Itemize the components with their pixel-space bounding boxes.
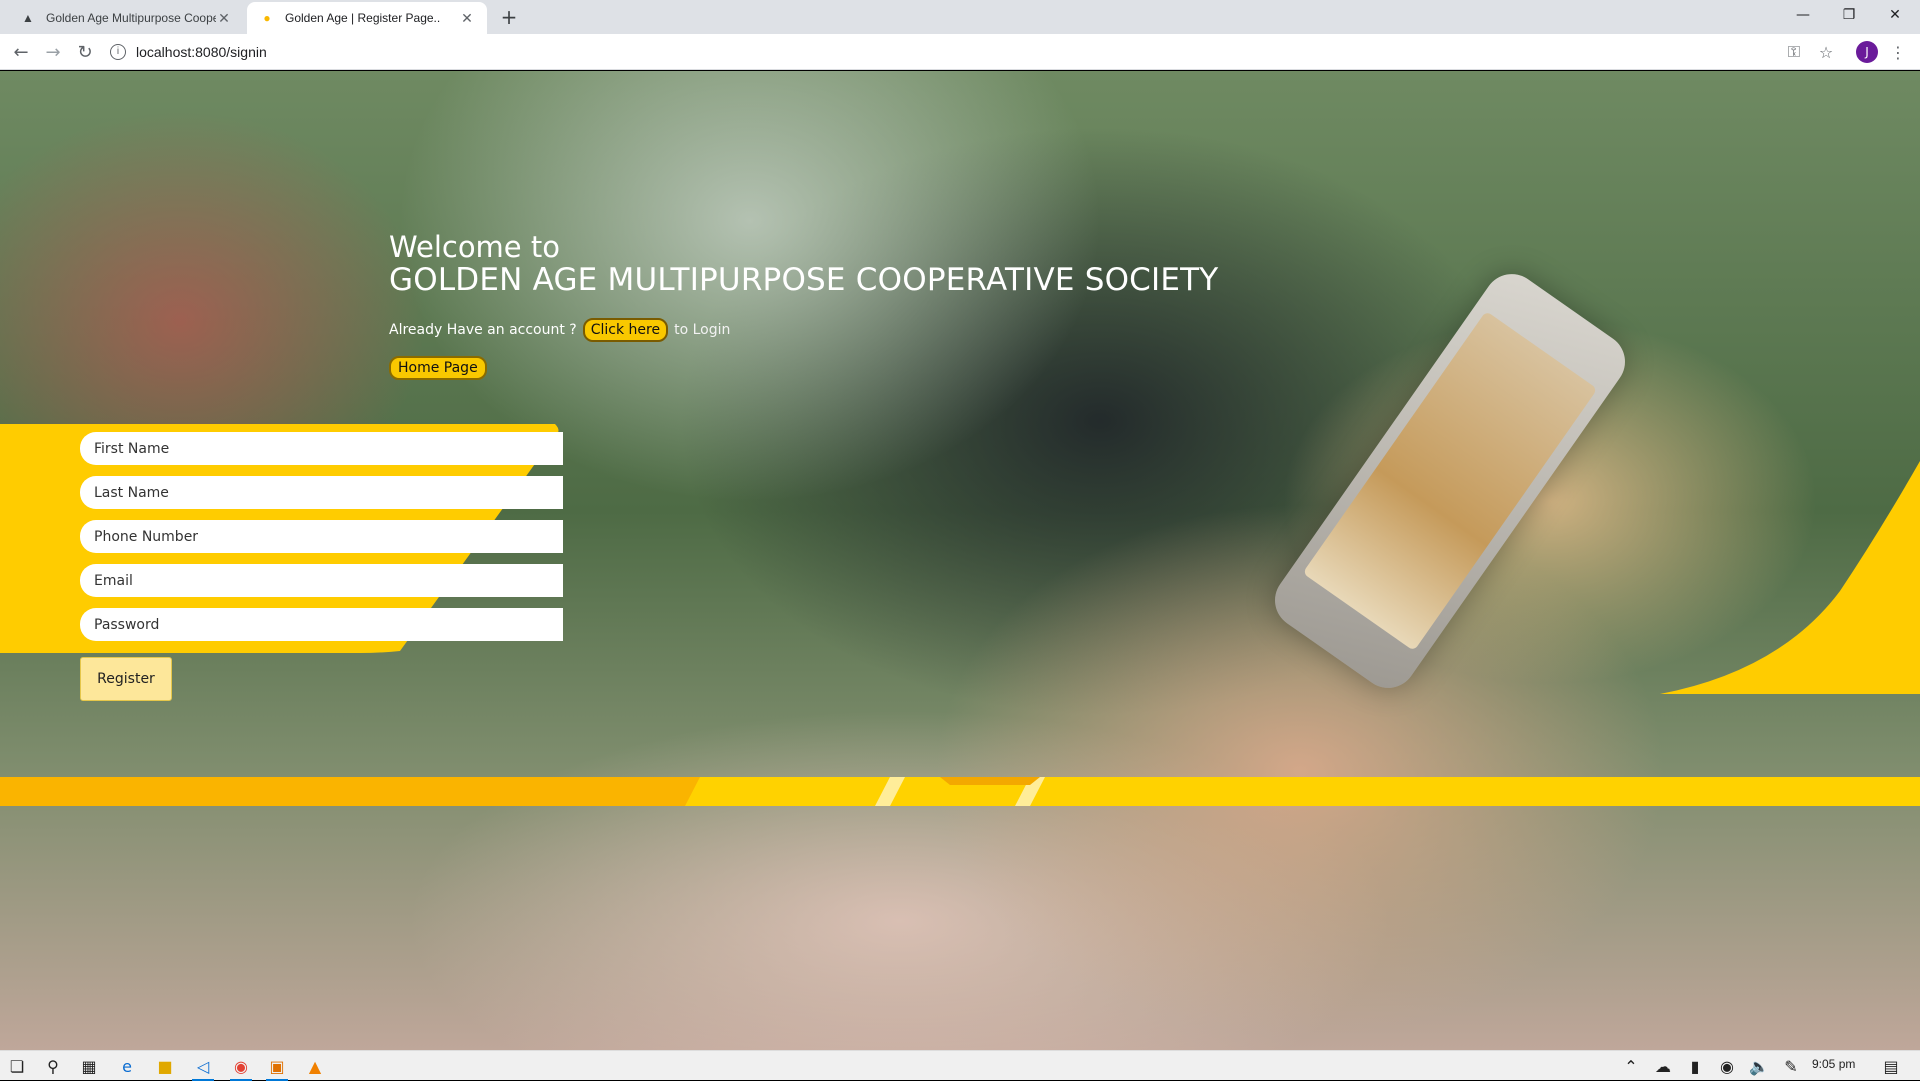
minimize-icon[interactable]: —	[1780, 0, 1826, 30]
back-icon[interactable]: ←	[8, 39, 34, 65]
volume-icon[interactable]: 🔈	[1744, 1054, 1774, 1078]
to-login-text: to Login	[674, 322, 731, 338]
forward-icon[interactable]: →	[40, 39, 66, 65]
site-info-icon[interactable]: i	[110, 44, 126, 60]
chrome-icon[interactable]: ◉	[226, 1054, 256, 1081]
battery-icon[interactable]: ▮	[1680, 1054, 1710, 1078]
last-name-field[interactable]: Last Name	[80, 476, 563, 509]
show-hidden-icons-icon[interactable]: ⌃	[1616, 1054, 1646, 1078]
taskbar-clock[interactable]: 9:05 pm	[1812, 1057, 1855, 1071]
register-page: Welcome to GOLDEN AGE MULTIPURPOSE COOPE…	[0, 71, 1920, 1050]
notifications-icon[interactable]: ▤	[1876, 1054, 1906, 1078]
email-field[interactable]: Email	[80, 564, 563, 597]
profile-avatar[interactable]: J	[1856, 41, 1878, 63]
browser-toolbar: ← → ↻ i localhost:8080/signin ⚿ ☆ ⋮	[0, 34, 1920, 70]
first-name-field[interactable]: First Name	[80, 432, 563, 465]
golden-age-icon: ▲	[22, 11, 34, 25]
browser-tab-register[interactable]: ● Golden Age | Register Page.. ✕	[247, 2, 487, 34]
edge-icon[interactable]: e	[112, 1054, 142, 1078]
task-view-icon[interactable]: ▦	[74, 1054, 104, 1078]
welcome-heading: Welcome to GOLDEN AGE MULTIPURPOSE COOPE…	[389, 231, 1218, 297]
login-prompt: Already Have an account ? Click here to …	[389, 318, 730, 342]
url-text: localhost:8080/signin	[136, 44, 267, 60]
address-bar[interactable]: i localhost:8080/signin	[110, 38, 1810, 66]
browser-tab-home[interactable]: ▲ Golden Age Multipurpose Coope ✕	[8, 2, 244, 34]
decorative-yellow-shapes	[0, 424, 1920, 806]
password-field[interactable]: Password	[80, 608, 563, 641]
network-icon[interactable]: ◉	[1712, 1054, 1742, 1078]
browser-tab-bar: ▲ Golden Age Multipurpose Coope ✕ ● Gold…	[0, 0, 1920, 34]
windows-taskbar: ❏ ⚲ ▦ e ■ ◁ ◉ ▣ ▲ ⌃ ☁ ▮ ◉ 🔈 ✎ 9:05 pm ▤	[0, 1050, 1920, 1081]
new-tab-button[interactable]: +	[498, 6, 520, 28]
close-tab-icon[interactable]: ✕	[459, 10, 475, 27]
already-account-text: Already Have an account ?	[389, 322, 577, 338]
file-explorer-icon[interactable]: ■	[150, 1054, 180, 1078]
reload-icon[interactable]: ↻	[72, 39, 98, 65]
golden-age-icon: ●	[263, 11, 271, 25]
society-name: GOLDEN AGE MULTIPURPOSE COOPERATIVE SOCI…	[389, 262, 1219, 298]
key-icon[interactable]: ⚿	[1782, 40, 1806, 64]
xampp-icon[interactable]: ▣	[262, 1054, 292, 1081]
vscode-icon[interactable]: ◁	[188, 1054, 218, 1081]
close-window-icon[interactable]: ✕	[1872, 0, 1918, 30]
click-here-button[interactable]: Click here	[582, 318, 669, 342]
phone-number-field[interactable]: Phone Number	[80, 520, 563, 553]
vlc-icon[interactable]: ▲	[300, 1054, 330, 1078]
pen-icon[interactable]: ✎	[1776, 1054, 1806, 1078]
tab-title: Golden Age Multipurpose Coope	[46, 11, 216, 25]
home-page-button[interactable]: Home Page	[389, 356, 487, 380]
register-button[interactable]: Register	[80, 657, 172, 701]
star-icon[interactable]: ☆	[1814, 40, 1838, 64]
menu-icon[interactable]: ⋮	[1886, 40, 1910, 64]
welcome-line-1: Welcome to	[389, 230, 560, 264]
windows-start-icon[interactable]: ❏	[2, 1054, 32, 1078]
restore-icon[interactable]: ❐	[1826, 0, 1872, 30]
close-tab-icon[interactable]: ✕	[216, 10, 232, 27]
onedrive-icon[interactable]: ☁	[1648, 1054, 1678, 1078]
search-icon[interactable]: ⚲	[38, 1054, 68, 1078]
tab-title: Golden Age | Register Page..	[285, 11, 441, 25]
